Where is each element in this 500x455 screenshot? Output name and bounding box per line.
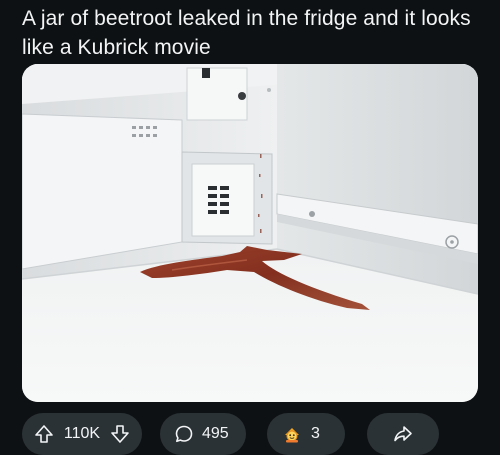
downvote-icon[interactable]	[110, 424, 130, 444]
speech-bubble-icon	[174, 424, 194, 444]
comment-count: 495	[202, 425, 229, 442]
share-arrow-icon	[392, 423, 414, 445]
vote-control: 110K	[22, 413, 142, 455]
share-button[interactable]	[367, 413, 439, 455]
post-action-bar: 110K 495 3	[22, 413, 492, 455]
award-button[interactable]: 3	[267, 413, 345, 455]
comments-button[interactable]: 495	[160, 413, 246, 455]
fridge-interior-photo	[22, 64, 478, 402]
vote-count: 110K	[63, 425, 101, 442]
post-title[interactable]: A jar of beetroot leaked in the fridge a…	[22, 4, 492, 62]
upvote-icon[interactable]	[34, 424, 54, 444]
award-icon	[281, 423, 303, 445]
post-image[interactable]	[22, 64, 478, 402]
award-count: 3	[311, 425, 320, 442]
